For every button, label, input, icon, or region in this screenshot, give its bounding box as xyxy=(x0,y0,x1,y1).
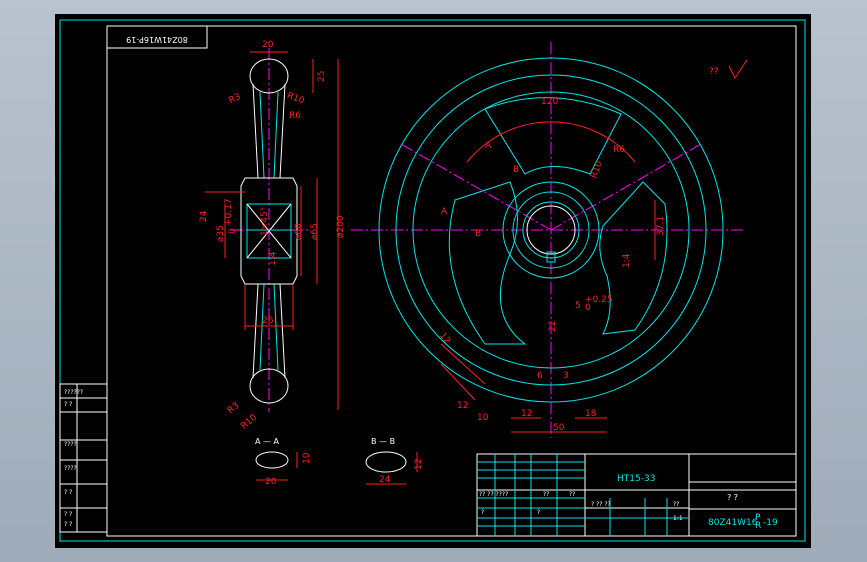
front-view: 120° A B A B R10 R6 37.1 1:4 5 +0.25 0 2… xyxy=(351,42,745,438)
dim-50: 50 xyxy=(553,423,565,433)
section-aa: A — A 20 10 xyxy=(255,437,312,487)
dim-d200: ⌀200 xyxy=(336,215,346,238)
dim-r3-bottom: R3 xyxy=(226,401,242,416)
dim-r6: R6 xyxy=(289,111,301,121)
label-b-2: B xyxy=(475,229,481,239)
title-q1: ? xyxy=(481,509,484,516)
dim-d35: ⌀35 xyxy=(216,225,226,242)
dim-hub-width: 26 xyxy=(262,316,274,326)
dim-d60: ⌀60 xyxy=(294,223,304,240)
side-row-7: ? ? xyxy=(64,521,72,528)
dim-r10-bottom: R10 xyxy=(239,412,259,431)
section-aa-height: 10 xyxy=(302,452,312,464)
drawing-code-sub: R xyxy=(755,521,761,531)
label-b-1: B xyxy=(513,165,519,175)
outer-frame xyxy=(59,19,806,542)
dim-d65: ⌀65 xyxy=(310,223,320,240)
section-bb-width: 24 xyxy=(379,475,391,485)
dim-18: 18 xyxy=(585,409,597,419)
scale-label: 1:1 xyxy=(673,515,683,522)
dim-3: 3 xyxy=(563,371,569,381)
dim-tol-upper: +0.17 xyxy=(224,198,234,226)
dim-r10-top: R10 xyxy=(286,91,306,107)
drawing-code: 80Z41W16 xyxy=(708,518,758,528)
dim-12-c: 12 xyxy=(521,409,532,419)
dim-chamfer: 1×45° xyxy=(260,207,270,236)
dim-d24: 24 xyxy=(199,210,209,222)
dim-slope-front: 1:4 xyxy=(622,253,632,268)
title-col-2: ?? xyxy=(569,491,575,498)
title-block: HT15-33 ? ? 1:1 ?? ?? ???? ?? ?? ? ? ? ?… xyxy=(476,453,797,537)
material-label: HT15-33 xyxy=(617,474,655,484)
dim-r6-front: R6 xyxy=(613,145,625,155)
section-aa-width: 20 xyxy=(265,477,277,487)
dim-12-a: 12 xyxy=(437,331,452,346)
side-view: 20 25 R3 R10 R6 ⌀200 ⌀65 ⌀60 ⌀35 +0.17 0… xyxy=(199,40,346,432)
inner-frame xyxy=(106,25,797,537)
side-row-5: ? ? xyxy=(64,489,72,496)
dim-10: 10 xyxy=(477,413,489,423)
title-col-1: ?? xyxy=(543,491,549,498)
label-a-1: A xyxy=(485,141,492,151)
technical-drawing: 80Z41W16P-19 ?????? ? ? ???? ???? ? ? ? … xyxy=(59,19,806,542)
side-row-3: ???? xyxy=(64,441,77,448)
title-q2: ? xyxy=(537,509,540,516)
dim-angle: 120° xyxy=(541,97,563,107)
dim-5-tol-lower: 0 xyxy=(585,303,591,313)
part-name: ? ? xyxy=(727,493,738,502)
side-table: ?????? ? ? ???? ???? ? ? ? ? ? ? xyxy=(59,383,108,533)
drawing-code-suffix: -19 xyxy=(763,518,778,528)
dim-top-width: 20 xyxy=(262,40,274,50)
title-q4: ?? xyxy=(673,501,679,508)
dim-h25: 25 xyxy=(317,71,327,82)
section-bb-label: B — B xyxy=(371,437,395,446)
title-q3: ? ?? ?? xyxy=(591,501,611,508)
dim-r10-front: R10 xyxy=(589,160,605,180)
drawing-sheet: 80Z41W16P-19 ?????? ? ? ???? ???? ? ? ? … xyxy=(55,14,811,548)
side-row-6: ? ? xyxy=(64,511,72,518)
dim-22: 22 xyxy=(548,321,558,332)
side-row-2: ? ? xyxy=(64,401,72,408)
dim-12-b: 12 xyxy=(457,401,468,411)
dim-6: 6 xyxy=(537,371,543,381)
dim-37-1: 37.1 xyxy=(656,216,666,236)
label-a-2: A xyxy=(441,207,448,217)
title-row-label: ?? ?? ???? xyxy=(479,491,508,498)
section-aa-label: A — A xyxy=(255,437,280,446)
dim-r3-top: R3 xyxy=(227,92,242,106)
dim-5: 5 xyxy=(575,301,581,311)
section-bb-height: 12 xyxy=(414,459,424,470)
side-row-4: ???? xyxy=(64,465,77,472)
dim-tol-lower: 0 xyxy=(228,228,238,234)
dim-slope-side: 1:4 xyxy=(268,251,278,266)
rotated-code: 80Z41W16P-19 xyxy=(126,35,188,44)
roughness-symbol: ?? xyxy=(709,59,748,79)
roughness-label: ?? xyxy=(709,67,719,77)
section-bb: B — B 24 12 xyxy=(365,437,424,485)
side-row-1: ?????? xyxy=(64,389,83,396)
